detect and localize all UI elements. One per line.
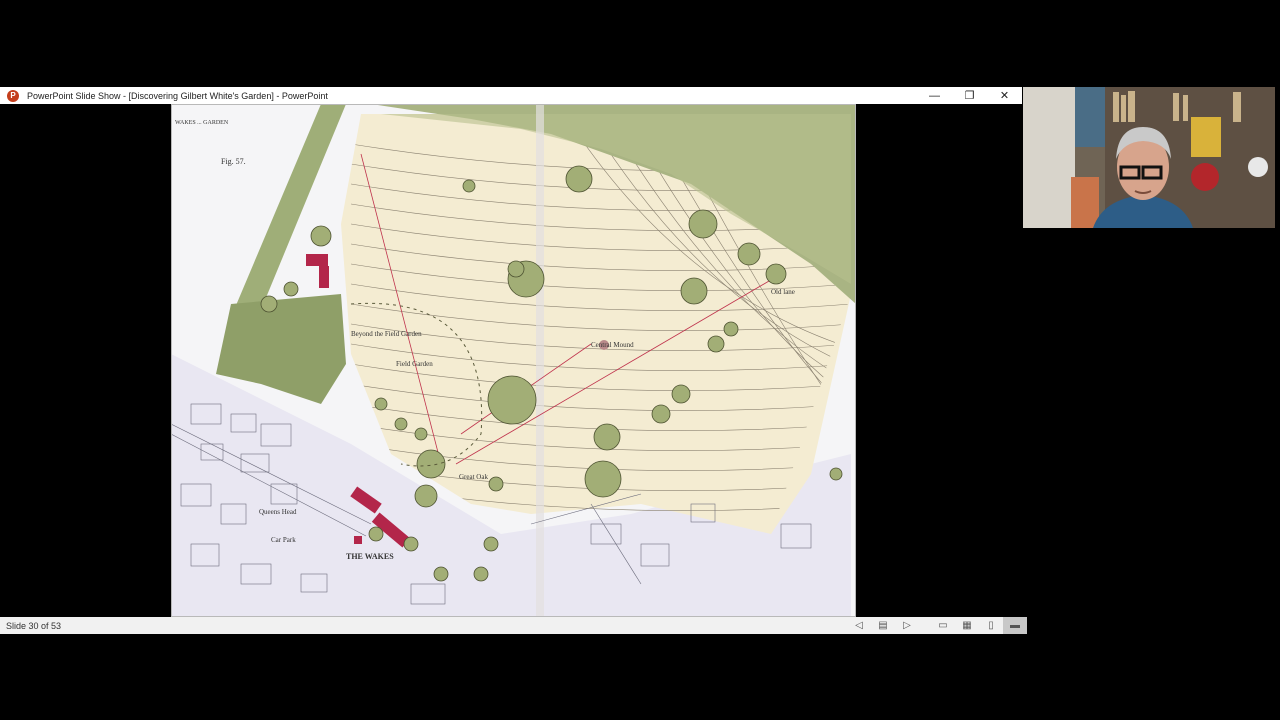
slide-counter: Slide 30 of 53 — [6, 620, 62, 631]
powerpoint-app-icon: P — [7, 89, 19, 102]
slideshow-button[interactable]: ▬ — [1003, 617, 1027, 634]
window-controls: — ❐ ✕ — [917, 87, 1022, 104]
previous-slide-button[interactable]: ◁ — [847, 617, 871, 634]
slide-sorter-icon: ▦ — [962, 620, 972, 631]
slide-show-area[interactable]: Central Mound Field Garden Beyond the Fi… — [0, 104, 1022, 617]
next-icon: ▷ — [903, 620, 911, 631]
yellow-object — [1191, 117, 1221, 157]
close-button[interactable]: ✕ — [987, 87, 1022, 104]
previous-icon: ◁ — [855, 620, 863, 631]
wall — [1023, 87, 1075, 228]
label-queens-head: Queens Head — [259, 508, 297, 516]
minimize-button[interactable]: — — [917, 87, 952, 104]
garden-map-image: Central Mound Field Garden Beyond the Fi… — [171, 104, 856, 617]
slide-menu-button[interactable]: ▤ — [871, 617, 895, 634]
label-old-lane: Old lane — [771, 288, 795, 296]
label-wakes-header: WAKES ... GARDEN — [175, 120, 229, 126]
label-field-garden: Field Garden — [396, 360, 433, 368]
webcam-video — [1023, 87, 1275, 228]
reading-view-icon: ▯ — [988, 620, 994, 631]
slide[interactable]: Central Mound Field Garden Beyond the Fi… — [171, 104, 856, 617]
label-beyond-field: Beyond the Field Garden — [351, 330, 422, 338]
label-fig: Fig. 57. — [221, 157, 246, 166]
title-bar[interactable]: P PowerPoint Slide Show - [Discovering G… — [0, 87, 1022, 104]
label-great-oak: Great Oak — [459, 473, 488, 481]
normal-view-icon: ▭ — [938, 620, 948, 631]
powerpoint-window: P PowerPoint Slide Show - [Discovering G… — [0, 87, 1027, 634]
red-bag — [1191, 163, 1219, 191]
slide-menu-icon: ▤ — [878, 620, 888, 631]
reading-view-button[interactable]: ▯ — [979, 617, 1003, 634]
label-central-mound: Central Mound — [591, 341, 634, 349]
webcam-feed — [1023, 87, 1275, 228]
slideshow-icon: ▬ — [1010, 620, 1020, 631]
status-bar: Slide 30 of 53 ◁ ▤ ▷ ▭ ▦ ▯ ▬ — [0, 617, 1027, 634]
label-the-wakes: THE WAKES — [346, 552, 394, 561]
window-title: PowerPoint Slide Show - [Discovering Gil… — [27, 90, 328, 101]
restore-button[interactable]: ❐ — [952, 87, 987, 104]
next-slide-button[interactable]: ▷ — [895, 617, 919, 634]
normal-view-button[interactable]: ▭ — [931, 617, 955, 634]
book-fold — [536, 104, 544, 617]
label-car-park: Car Park — [271, 536, 296, 544]
slide-sorter-button[interactable]: ▦ — [955, 617, 979, 634]
status-controls: ◁ ▤ ▷ ▭ ▦ ▯ ▬ — [847, 617, 1027, 634]
window-pane — [1075, 87, 1105, 147]
